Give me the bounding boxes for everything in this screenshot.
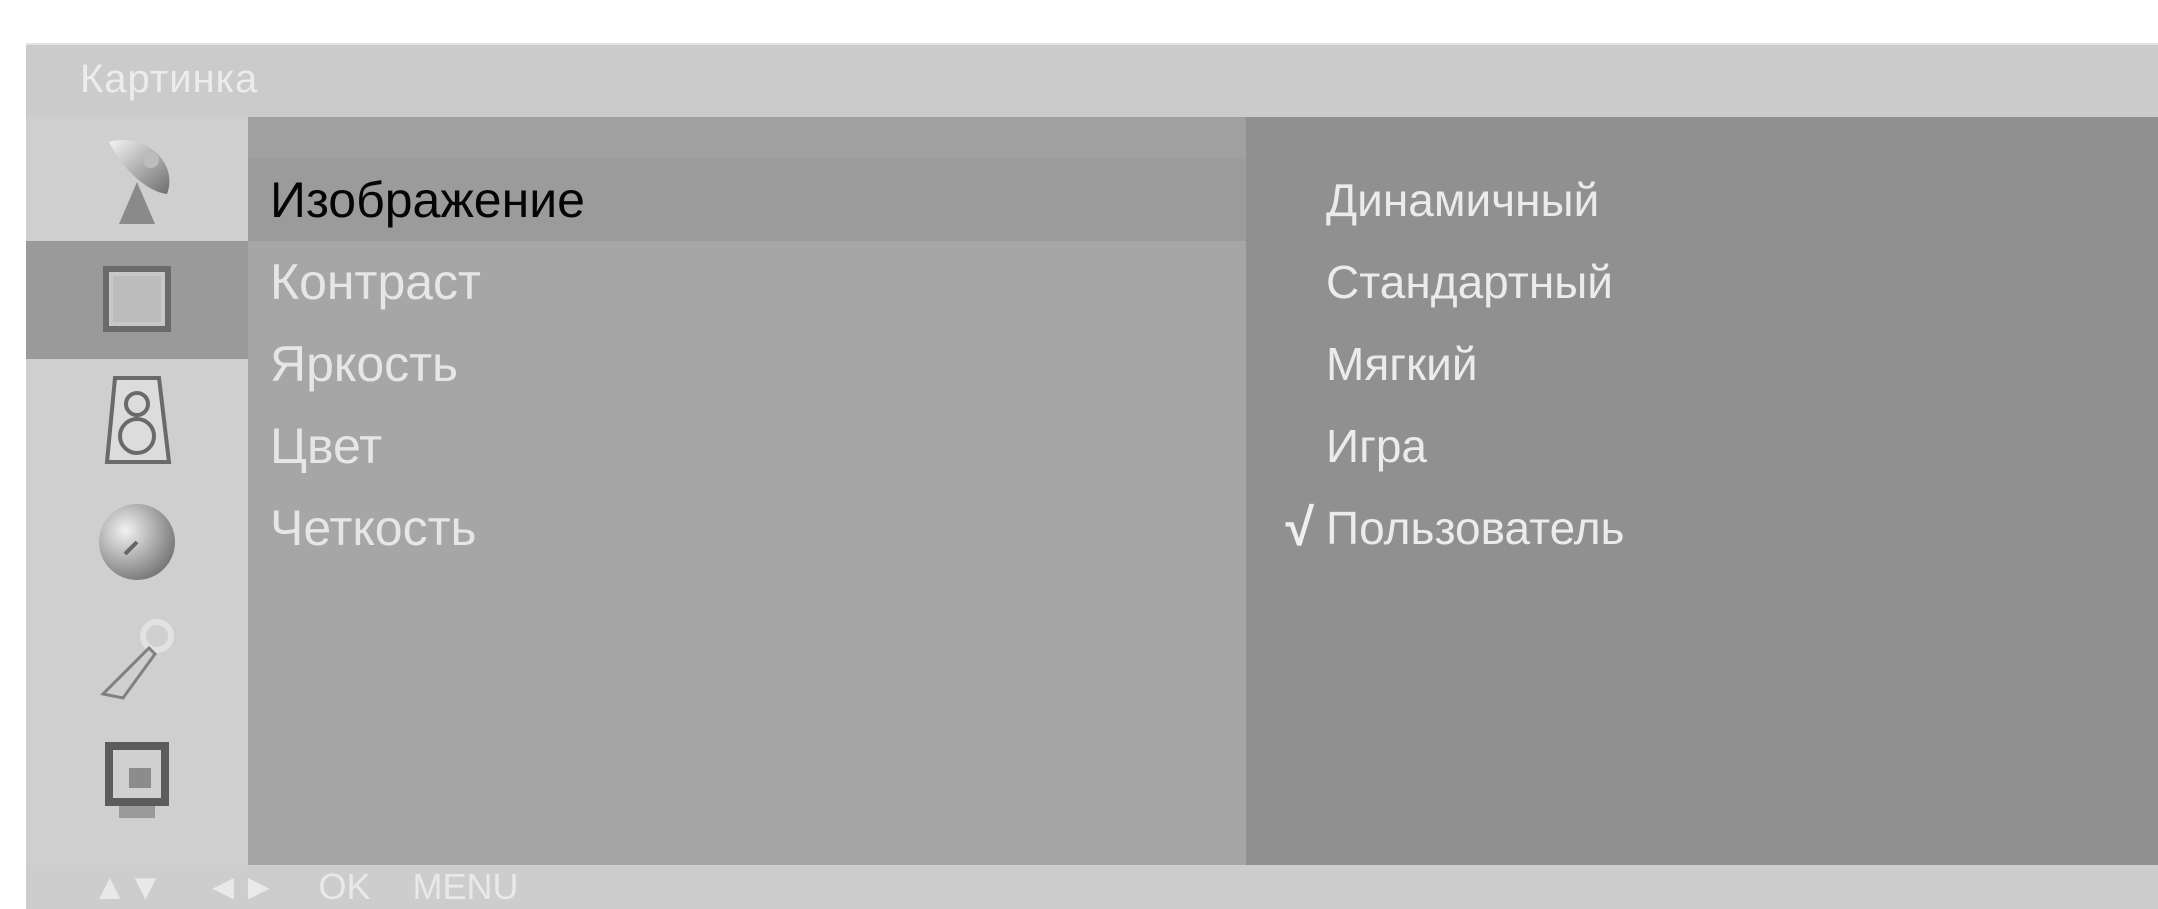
menu-item-sharpness[interactable]: Четкость — [248, 487, 1246, 569]
menu-item-contrast[interactable]: Контраст — [248, 241, 1246, 323]
menu-item-label: Яркость — [270, 336, 459, 392]
hint-menu: MENU — [412, 866, 519, 907]
osd-menu-panel: Картинка Изображение Контраст Яркость Цв… — [26, 43, 2158, 909]
navigation-hint-bar: ▲▼ ◄► OK MENU — [26, 865, 2158, 909]
check-mark-icon: √ — [1285, 499, 1314, 557]
category-lock[interactable] — [26, 601, 248, 719]
menu-item-label: Цвет — [270, 418, 383, 474]
option-user[interactable]: √ Пользователь — [1246, 487, 2158, 569]
option-game[interactable]: Игра — [1246, 405, 2158, 487]
category-input[interactable] — [26, 721, 248, 839]
menu-item-color[interactable]: Цвет — [248, 405, 1246, 487]
picture-mode-options: Динамичный Стандартный Мягкий Игра √ Пол… — [1246, 117, 2158, 865]
category-sound[interactable] — [26, 361, 248, 479]
option-mild[interactable]: Мягкий — [1246, 323, 2158, 405]
option-dynamic[interactable]: Динамичный — [1246, 159, 2158, 241]
menu-item-brightness[interactable]: Яркость — [248, 323, 1246, 405]
category-setup[interactable] — [26, 121, 248, 239]
option-label: Пользователь — [1326, 502, 1625, 554]
option-label: Стандартный — [1326, 256, 1613, 308]
option-standard[interactable]: Стандартный — [1246, 241, 2158, 323]
category-picture[interactable] — [26, 241, 248, 359]
option-label: Мягкий — [1326, 338, 1478, 390]
hint-up-down: ▲▼ — [92, 866, 164, 907]
picture-icon — [103, 266, 171, 332]
option-label: Динамичный — [1326, 174, 1600, 226]
satellite-dish-icon — [109, 140, 170, 224]
speaker-icon — [104, 376, 172, 464]
menu-title: Картинка — [80, 57, 259, 101]
hint-left-right: ◄► — [205, 866, 277, 907]
picture-menu-list: Изображение Контраст Яркость Цвет Четкос… — [248, 117, 1246, 865]
category-time[interactable] — [26, 481, 248, 599]
menu-item-label: Контраст — [270, 254, 481, 310]
title-bar: Картинка — [26, 43, 2158, 119]
menu-item-label: Изображение — [270, 172, 585, 228]
menu-item-picture-mode[interactable]: Изображение — [248, 159, 1246, 241]
monitor-input-icon — [105, 742, 169, 818]
hint-ok: OK — [318, 866, 371, 907]
category-icon-column — [26, 117, 248, 865]
clock-icon — [99, 504, 175, 580]
key-icon — [99, 619, 174, 700]
menu-item-label: Четкость — [270, 500, 477, 556]
option-label: Игра — [1326, 420, 1428, 472]
